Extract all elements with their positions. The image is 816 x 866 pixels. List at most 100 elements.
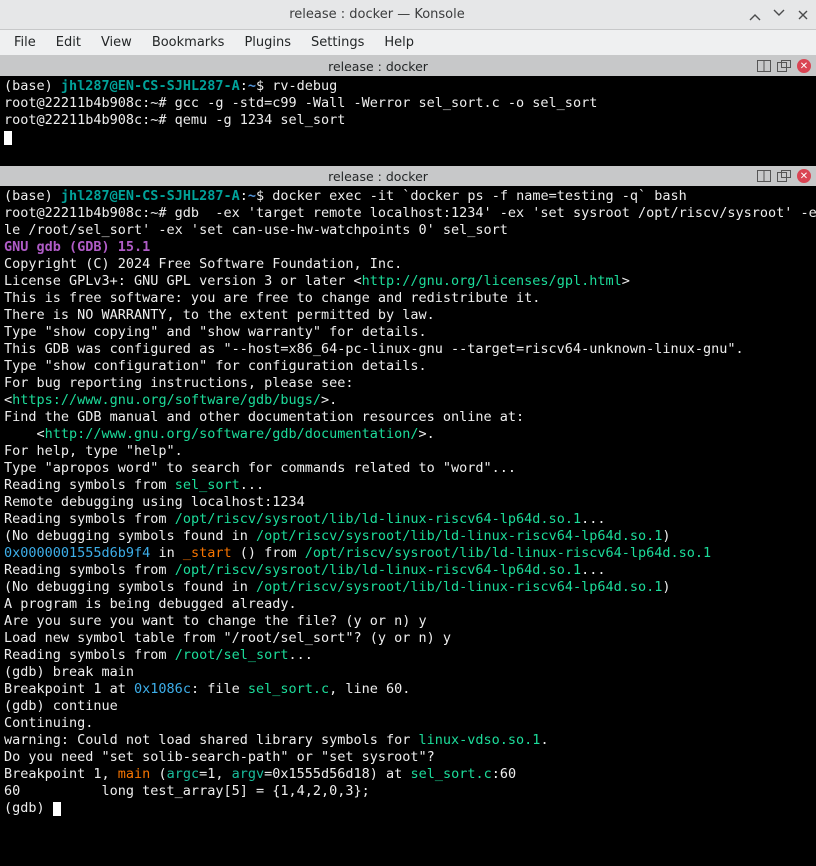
terminal-line: This GDB was configured as "--host=x86_6… <box>4 341 812 358</box>
window-controls <box>748 8 810 22</box>
terminal-bottom-content[interactable]: (base) jhl287@EN-CS-SJHL287-A:~$ docker … <box>0 186 816 866</box>
terminal-line: (No debugging symbols found in /opt/risc… <box>4 528 812 545</box>
terminal-text: (No debugging symbols found in <box>4 528 256 544</box>
terminal-line: A program is being debugged already. <box>4 596 812 613</box>
terminal-text: 60 long test_array[5] = {1,4,2,0,3}; <box>4 783 370 799</box>
terminal-text: (gdb) continue <box>4 698 118 714</box>
terminal-text: For help, type "help". <box>4 443 183 459</box>
terminal-text: http://gnu.org/licenses/gpl.html <box>362 273 622 289</box>
terminal-line: <http://www.gnu.org/software/gdb/documen… <box>4 426 812 443</box>
terminal-text: Breakpoint 1 at <box>4 681 134 697</box>
terminal-text: =1, <box>199 766 232 782</box>
terminal-line <box>4 129 812 146</box>
terminal-text: Find the GDB manual and other documentat… <box>4 409 524 425</box>
pane-bottom-detach-icon[interactable] <box>776 168 792 184</box>
terminal-line: Type "apropos word" to search for comman… <box>4 460 812 477</box>
terminal-text: $ rv-debug <box>256 78 337 94</box>
close-icon: ✕ <box>797 59 811 73</box>
terminal-text: $ docker exec -it `docker ps -f name=tes… <box>256 188 687 204</box>
menu-help[interactable]: Help <box>376 33 422 52</box>
pane-bottom-title: release : docker <box>0 168 756 185</box>
terminal-line: Breakpoint 1 at 0x1086c: file sel_sort.c… <box>4 681 812 698</box>
pane-top-split-icon[interactable] <box>756 58 772 74</box>
terminal-line: Are you sure you want to change the file… <box>4 613 812 630</box>
pane-top-close-button[interactable]: ✕ <box>796 58 812 74</box>
terminal-text: /opt/riscv/sysroot/lib/ld-linux-riscv64-… <box>175 562 581 578</box>
close-icon <box>797 9 809 21</box>
terminal-line: 0x0000001555d6b9f4 in _start () from /op… <box>4 545 812 562</box>
terminal-text: (gdb) <box>4 800 53 816</box>
terminal-text: ~ <box>248 78 256 94</box>
pane-top-detach-icon[interactable] <box>776 58 792 74</box>
terminal-text: (No debugging symbols found in <box>4 579 256 595</box>
terminal-line: warning: Could not load shared library s… <box>4 732 812 749</box>
detach-icon <box>777 170 791 182</box>
terminal-text: :60 <box>492 766 516 782</box>
pane-bottom-split-icon[interactable] <box>756 168 772 184</box>
terminal-text: argc <box>167 766 200 782</box>
terminal-line: (base) jhl287@EN-CS-SJHL287-A:~$ docker … <box>4 188 812 205</box>
terminal-text: 0x0000001555d6b9f4 <box>4 545 150 561</box>
terminal-line: Reading symbols from /root/sel_sort... <box>4 647 812 664</box>
terminal-line: Reading symbols from /opt/riscv/sysroot/… <box>4 511 812 528</box>
close-button[interactable] <box>796 8 810 22</box>
terminal-text: warning: Could not load shared library s… <box>4 732 419 748</box>
terminal-text: There is NO WARRANTY, to the extent perm… <box>4 307 435 323</box>
terminal-text: /root/sel_sort <box>175 647 289 663</box>
terminal-text: in <box>150 545 183 561</box>
terminal-text: ... <box>581 511 605 527</box>
terminal-pane-top: release : docker ✕ (base) jhl287@EN-CS-S… <box>0 56 816 166</box>
terminal-text: < <box>4 426 45 442</box>
split-horizontal-icon <box>757 60 771 72</box>
terminal-line: root@22211b4b908c:~# gcc -g -std=c99 -Wa… <box>4 95 812 112</box>
terminal-text: Reading symbols from <box>4 477 175 493</box>
minimize-button[interactable] <box>748 8 762 22</box>
terminal-cursor <box>53 802 61 816</box>
terminal-text: root@22211b4b908c:~# gcc -g -std=c99 -Wa… <box>4 95 597 111</box>
terminal-text: Copyright (C) 2024 Free Software Foundat… <box>4 256 402 272</box>
terminal-text: This GDB was configured as "--host=x86_6… <box>4 341 744 357</box>
menu-settings[interactable]: Settings <box>303 33 372 52</box>
terminal-text: ~ <box>248 188 256 204</box>
terminal-text: < <box>4 392 12 408</box>
terminal-line: root@22211b4b908c:~# gdb -ex 'target rem… <box>4 205 812 222</box>
terminal-text: /opt/riscv/sysroot/lib/ld-linux-riscv64-… <box>305 545 711 561</box>
terminal-text: ) <box>662 579 670 595</box>
menu-file[interactable]: File <box>6 33 44 52</box>
terminal-line: (gdb) <box>4 800 812 817</box>
terminal-text: /opt/riscv/sysroot/lib/ld-linux-riscv64-… <box>256 528 662 544</box>
terminal-cursor <box>4 131 12 145</box>
terminal-pane-bottom: release : docker ✕ (base) jhl287@EN-CS-S… <box>0 166 816 866</box>
pane-bottom-titlebar: release : docker ✕ <box>0 166 816 186</box>
terminal-text: Type "show configuration" for configurat… <box>4 358 427 374</box>
terminal-text: (base) <box>4 188 61 204</box>
menu-bookmarks[interactable]: Bookmarks <box>144 33 233 52</box>
terminal-text: > <box>622 273 630 289</box>
terminal-text: >. <box>419 426 435 442</box>
terminal-line: GNU gdb (GDB) 15.1 <box>4 239 812 256</box>
terminal-line: (base) jhl287@EN-CS-SJHL287-A:~$ rv-debu… <box>4 78 812 95</box>
terminal-text: , line 60. <box>329 681 410 697</box>
menu-view[interactable]: View <box>93 33 140 52</box>
pane-bottom-close-button[interactable]: ✕ <box>796 168 812 184</box>
pane-top-controls: ✕ <box>756 58 816 74</box>
terminal-text: Reading symbols from <box>4 647 175 663</box>
maximize-button[interactable] <box>772 8 786 22</box>
terminal-text: =0x1555d56d18) at <box>264 766 410 782</box>
terminal-text: Do you need "set solib-search-path" or "… <box>4 749 435 765</box>
terminal-text: http://www.gnu.org/software/gdb/document… <box>45 426 419 442</box>
menu-edit[interactable]: Edit <box>48 33 89 52</box>
terminal-line: Load new symbol table from "/root/sel_so… <box>4 630 812 647</box>
menu-plugins[interactable]: Plugins <box>236 33 299 52</box>
terminal-line: Breakpoint 1, main (argc=1, argv=0x1555d… <box>4 766 812 783</box>
terminal-top-content[interactable]: (base) jhl287@EN-CS-SJHL287-A:~$ rv-debu… <box>0 76 816 166</box>
terminal-line: Reading symbols from sel_sort... <box>4 477 812 494</box>
terminal-text: /opt/riscv/sysroot/lib/ld-linux-riscv64-… <box>256 579 662 595</box>
terminal-text: sel_sort.c <box>410 766 491 782</box>
terminal-text: Reading symbols from <box>4 511 175 527</box>
terminal-text: https://www.gnu.org/software/gdb/bugs/ <box>12 392 321 408</box>
terminal-line: This is free software: you are free to c… <box>4 290 812 307</box>
terminal-line: For bug reporting instructions, please s… <box>4 375 812 392</box>
terminal-line: <https://www.gnu.org/software/gdb/bugs/>… <box>4 392 812 409</box>
terminal-line: 60 long test_array[5] = {1,4,2,0,3}; <box>4 783 812 800</box>
